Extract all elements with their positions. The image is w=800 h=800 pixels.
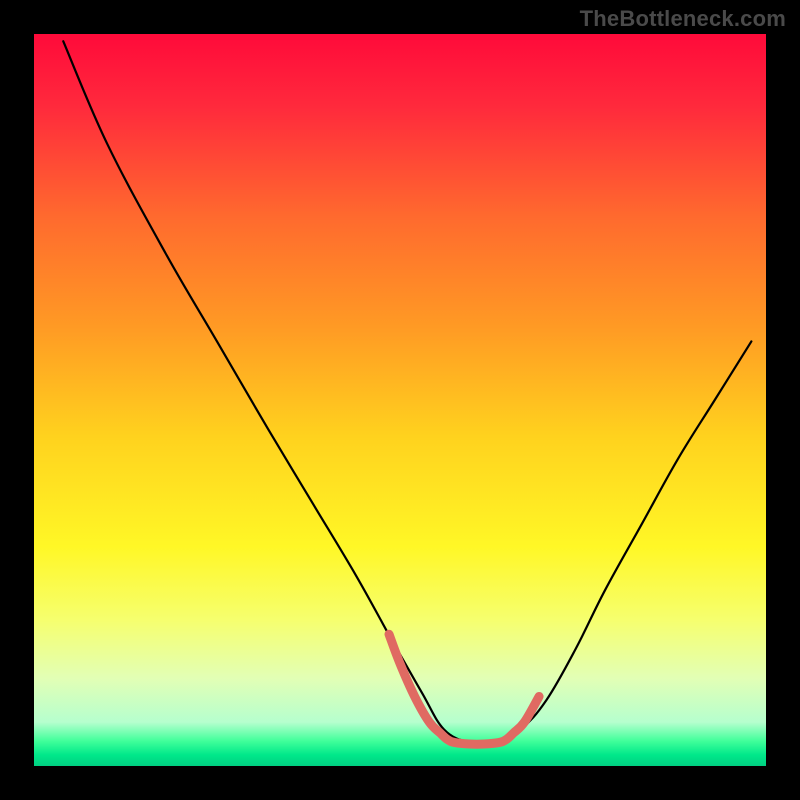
bottleneck-chart [0, 0, 800, 800]
chart-stage: TheBottleneck.com [0, 0, 800, 800]
